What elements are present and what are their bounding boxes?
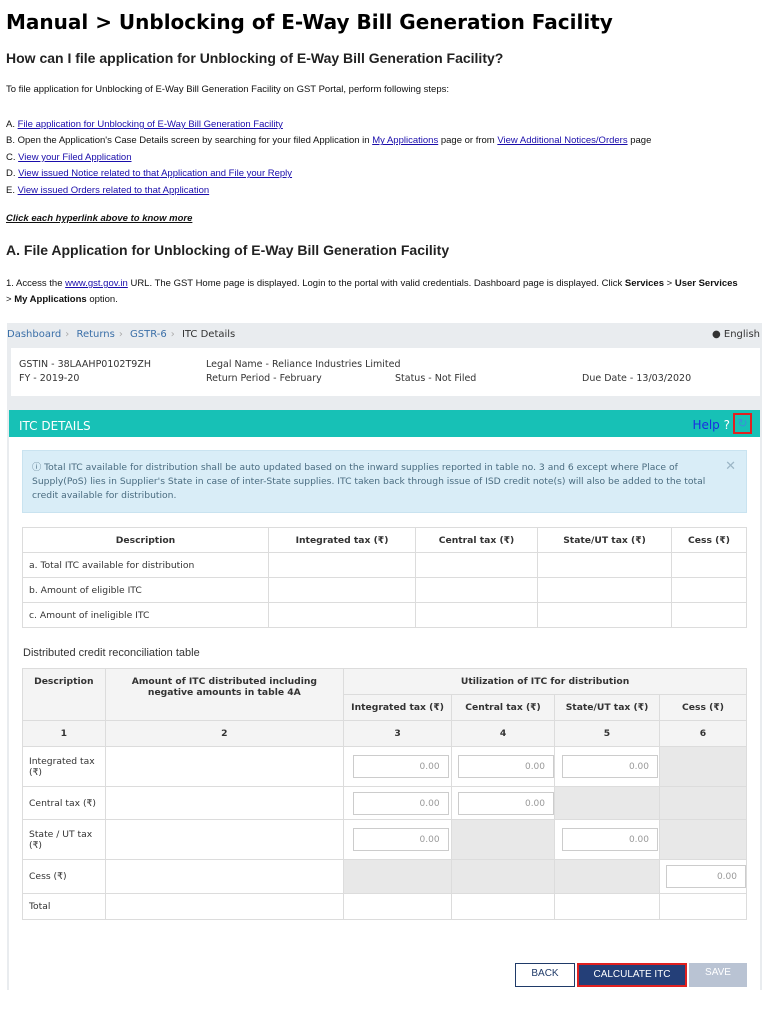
- help-link[interactable]: Help ?: [692, 418, 730, 432]
- table-row: Total: [22, 893, 747, 920]
- gstin: GSTIN - 38LAAHP0102T9ZH: [19, 359, 151, 370]
- col-header: Utilization of ITC for distribution: [343, 668, 747, 695]
- question-heading: How can I file application for Unblockin…: [6, 50, 504, 66]
- col-number: 1: [22, 720, 106, 747]
- cgst-cgst-input[interactable]: 0.00: [458, 791, 555, 815]
- access-text: 1. Access the www.gst.gov.in URL. The GS…: [6, 278, 738, 305]
- my-applications-link[interactable]: My Applications: [372, 135, 438, 146]
- table-row: Integrated tax (₹) 0.00 0.00 0.00: [22, 746, 747, 787]
- breadcrumb: Dashboard › Returns › GSTR-6 › ITC Details: [7, 329, 236, 340]
- refresh-icon[interactable]: ↻: [733, 413, 752, 434]
- table-row: b. Amount of eligible ITC: [22, 577, 747, 603]
- info-icon: ⓘ: [32, 462, 45, 473]
- row-label: b. Amount of eligible ITC: [22, 577, 269, 603]
- click-note: Click each hyperlink above to know more: [6, 213, 193, 224]
- section-title: ITC DETAILS: [19, 419, 91, 433]
- globe-icon: ●: [711, 329, 721, 340]
- save-button[interactable]: SAVE: [689, 963, 747, 987]
- cess-cess-input[interactable]: 0.00: [666, 865, 746, 888]
- igst-igst-input[interactable]: 0.00: [352, 755, 449, 778]
- fy: FY - 2019-20: [19, 373, 80, 384]
- recon-table: Description Amount of ITC distributed inc…: [22, 668, 747, 920]
- row-label: a. Total ITC available for distribution: [22, 552, 269, 578]
- col-header: Cess (₹): [671, 527, 747, 553]
- col-header: Amount of ITC distributed including nega…: [104, 668, 345, 721]
- col-number: 2: [104, 720, 345, 747]
- close-icon[interactable]: ✕: [725, 460, 736, 474]
- info-alert: ⓘ Total ITC available for distribution s…: [22, 450, 747, 513]
- col-header: Integrated tax (₹): [343, 694, 453, 721]
- sgst-sgst-input[interactable]: 0.00: [562, 828, 658, 851]
- col-header: Description: [22, 668, 106, 721]
- step-a-link[interactable]: File application for Unblocking of E-Way…: [18, 119, 283, 130]
- col-header: Integrated tax (₹): [268, 527, 416, 553]
- breadcrumb-returns[interactable]: Returns: [76, 329, 114, 340]
- col-number: 5: [554, 720, 660, 747]
- back-button[interactable]: BACK: [515, 963, 575, 987]
- col-header: Central tax (₹): [451, 694, 556, 721]
- notices-orders-link[interactable]: View Additional Notices/Orders: [497, 135, 627, 146]
- step-d-link[interactable]: View issued Notice related to that Appli…: [18, 168, 292, 179]
- legal-name: Legal Name - Reliance Industries Limited: [206, 359, 401, 370]
- row-label: Cess (₹): [22, 859, 106, 894]
- col-header: Description: [22, 527, 269, 553]
- section-a-heading: A. File Application for Unblocking of E-…: [6, 242, 450, 258]
- return-info: GSTIN - 38LAAHP0102T9ZH Legal Name - Rel…: [11, 348, 760, 396]
- col-header: State/UT tax (₹): [554, 694, 660, 721]
- table-row: c. Amount of ineligible ITC: [22, 602, 747, 628]
- question-icon: ?: [723, 418, 730, 432]
- intro-text: To file application for Unblocking of E-…: [6, 84, 449, 95]
- breadcrumb-gstr6[interactable]: GSTR-6: [130, 329, 167, 340]
- row-label: State / UT tax (₹): [22, 819, 106, 860]
- igst-cgst-input[interactable]: 0.00: [458, 755, 555, 778]
- cgst-igst-input[interactable]: 0.00: [352, 791, 449, 815]
- page-title: Manual > Unblocking of E-Way Bill Genera…: [6, 10, 613, 34]
- row-label: Integrated tax (₹): [22, 746, 106, 787]
- table-row: State / UT tax (₹) 0.00 0.00: [22, 819, 747, 860]
- col-number: 6: [659, 720, 747, 747]
- itc-table: Description Integrated tax (₹) Central tax…: [22, 527, 747, 628]
- igst-sgst-input[interactable]: 0.00: [562, 755, 658, 778]
- itc-panel: ITC DETAILS Help ? ↻ ⓘ Total ITC availab…: [9, 410, 760, 990]
- return-period: Return Period - February: [206, 373, 322, 384]
- table-row: Central tax (₹) 0.00 0.00: [22, 786, 747, 820]
- status: Status - Not Filed: [395, 373, 477, 384]
- table-row: a. Total ITC available for distribution: [22, 552, 747, 578]
- row-label: Total: [22, 893, 106, 920]
- col-number: 3: [343, 720, 453, 747]
- breadcrumb-current: ITC Details: [181, 329, 236, 340]
- col-header: Central tax (₹): [415, 527, 538, 553]
- recon-title: Distributed credit reconciliation table: [23, 647, 200, 659]
- col-header: State/UT tax (₹): [537, 527, 672, 553]
- col-number: 4: [451, 720, 556, 747]
- language-selector[interactable]: ● English: [712, 329, 760, 340]
- portal-screenshot: Dashboard › Returns › GSTR-6 › ITC Details …: [7, 323, 762, 990]
- table-row: Cess (₹) 0.00: [22, 859, 747, 894]
- breadcrumb-dashboard[interactable]: Dashboard: [7, 329, 61, 340]
- calculate-itc-button[interactable]: CALCULATE ITC: [577, 963, 687, 987]
- steps-list: A. File application for Unblocking of E-…: [6, 119, 652, 196]
- section-header: ITC DETAILS Help ? ↻: [9, 410, 760, 437]
- step-e-link[interactable]: View issued Orders related to that Appli…: [18, 185, 210, 196]
- gst-link[interactable]: www.gst.gov.in: [65, 278, 128, 289]
- col-header: Cess (₹): [659, 694, 747, 721]
- due-date: Due Date - 13/03/2020: [582, 373, 692, 384]
- row-label: c. Amount of ineligible ITC: [22, 602, 269, 628]
- sgst-igst-input[interactable]: 0.00: [352, 828, 449, 851]
- row-label: Central tax (₹): [22, 786, 106, 820]
- step-c-link[interactable]: View your Filed Application: [18, 152, 131, 163]
